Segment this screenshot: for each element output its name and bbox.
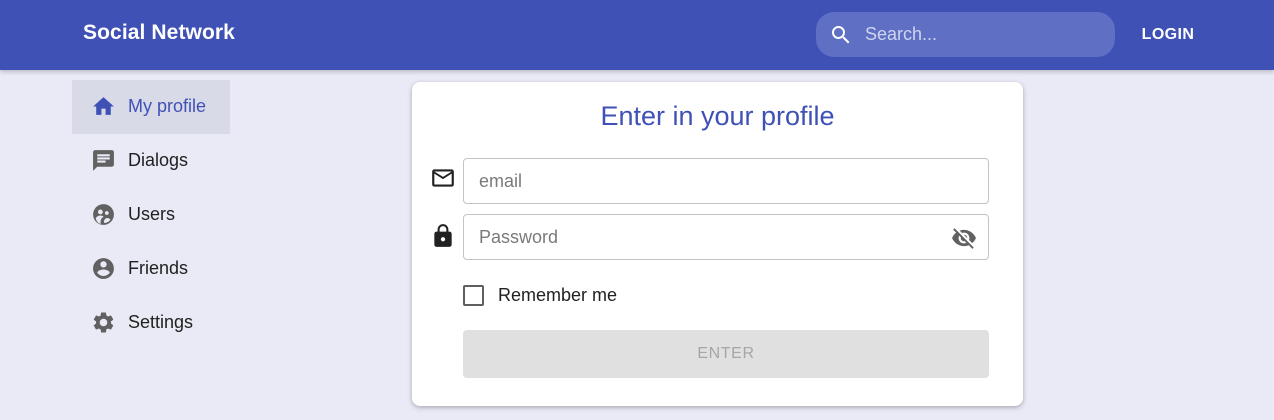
app-title: Social Network	[83, 21, 235, 44]
password-field[interactable]	[463, 214, 989, 260]
account-circle-icon	[93, 258, 114, 279]
chat-icon	[93, 150, 114, 171]
email-field[interactable]	[463, 158, 989, 204]
login-title: Enter in your profile	[600, 101, 835, 131]
gear-icon	[93, 312, 114, 333]
remember-me-label: Remember me	[498, 284, 618, 305]
email-input[interactable]	[479, 159, 939, 203]
sidebar-item-label: Friends	[128, 258, 189, 278]
home-icon	[93, 97, 114, 115]
sidebar-item-dialogs[interactable]: Dialogs	[72, 134, 230, 188]
sidebar-item-settings[interactable]: Settings	[72, 296, 230, 350]
app-bar: Social Network LOGIN	[0, 0, 1274, 70]
sidebar-item-label: Users	[128, 204, 176, 224]
search-input[interactable]	[865, 12, 1105, 57]
search-box[interactable]	[816, 12, 1115, 57]
sidebar-item-label: Settings	[128, 312, 194, 332]
checkbox-box[interactable]	[463, 284, 484, 306]
remember-me-checkbox[interactable]: Remember me	[463, 283, 617, 307]
sidebar-item-friends[interactable]: Friends	[72, 242, 230, 296]
sidebar-item-users[interactable]: Users	[72, 188, 230, 242]
sidebar-item-my-profile[interactable]: My profile	[72, 80, 230, 134]
mail-icon	[432, 169, 454, 187]
search-icon	[832, 26, 850, 44]
password-input[interactable]	[479, 215, 939, 259]
sidebar: My profile Dialogs Users Friends Setting…	[72, 80, 230, 350]
login-card: Enter in your profile Remember me ENTER	[412, 82, 1023, 406]
login-button[interactable]: LOGIN	[1132, 20, 1204, 50]
sidebar-item-label: My profile	[128, 96, 207, 116]
users-icon	[93, 204, 114, 225]
lock-icon	[434, 224, 452, 247]
sidebar-item-label: Dialogs	[128, 150, 189, 170]
eye-off-icon[interactable]	[951, 225, 977, 251]
enter-button[interactable]: ENTER	[463, 330, 989, 378]
